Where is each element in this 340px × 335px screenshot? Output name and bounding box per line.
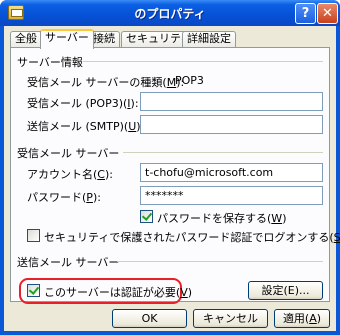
remember-password-label[interactable]: パスワードを保存する(W) bbox=[157, 210, 286, 226]
account-name-input[interactable]: t-chofu@microsoft.com bbox=[140, 163, 323, 182]
incoming-server-input[interactable] bbox=[140, 92, 323, 111]
password-input[interactable]: ******* bbox=[140, 186, 323, 205]
properties-dialog: のプロパティ ? ✕ 全般 サーバー 接続 セキュリティ 詳細設定 サーバー情報… bbox=[0, 0, 340, 335]
divider bbox=[117, 261, 323, 262]
requires-auth-label[interactable]: このサーバーは認証が必要(V) bbox=[44, 284, 192, 300]
outgoing-server-heading: 送信メール サーバー bbox=[17, 256, 120, 269]
tab-server[interactable]: サーバー bbox=[40, 29, 94, 49]
incoming-type-value: POP3 bbox=[175, 74, 204, 87]
incoming-server-heading: 受信メール サーバー bbox=[17, 147, 120, 160]
close-button[interactable]: ✕ bbox=[317, 3, 338, 24]
server-tab-panel: サーバー情報 受信メール サーバーの種類(M): POP3 受信メール (POP… bbox=[10, 47, 340, 304]
account-name-label: アカウント名(C): bbox=[27, 168, 113, 181]
spa-label[interactable]: セキュリティで保護されたパスワード認証でログオンする(S) bbox=[44, 229, 340, 245]
tab-general[interactable]: 全般 bbox=[10, 31, 42, 47]
divider bbox=[83, 61, 323, 62]
outgoing-server-label: 送信メール (SMTP)(U): bbox=[27, 120, 144, 133]
server-info-heading: サーバー情報 bbox=[17, 56, 83, 69]
incoming-type-label: 受信メール サーバーの種類(M): bbox=[27, 76, 185, 89]
password-label: パスワード(P): bbox=[27, 191, 101, 204]
title-bar[interactable]: のプロパティ ? ✕ bbox=[0, 0, 340, 26]
settings-button[interactable]: 設定(E)... bbox=[248, 281, 323, 300]
help-button[interactable]: ? bbox=[295, 3, 316, 24]
remember-password-checkbox[interactable] bbox=[140, 210, 153, 223]
window-title: のプロパティ bbox=[134, 7, 206, 21]
divider bbox=[123, 152, 323, 153]
outgoing-server-input[interactable] bbox=[140, 115, 323, 134]
tab-advanced[interactable]: 詳細設定 bbox=[182, 31, 236, 47]
apply-button[interactable]: 適用(A) bbox=[274, 309, 330, 328]
ok-button[interactable]: OK bbox=[112, 309, 187, 328]
dialog-client: 全般 サーバー 接続 セキュリティ 詳細設定 サーバー情報 受信メール サーバー… bbox=[4, 26, 340, 331]
cancel-button[interactable]: キャンセル bbox=[193, 309, 268, 328]
spa-checkbox[interactable] bbox=[27, 229, 40, 242]
requires-auth-checkbox[interactable] bbox=[27, 284, 40, 297]
incoming-server-label: 受信メール (POP3)(I): bbox=[27, 97, 139, 110]
